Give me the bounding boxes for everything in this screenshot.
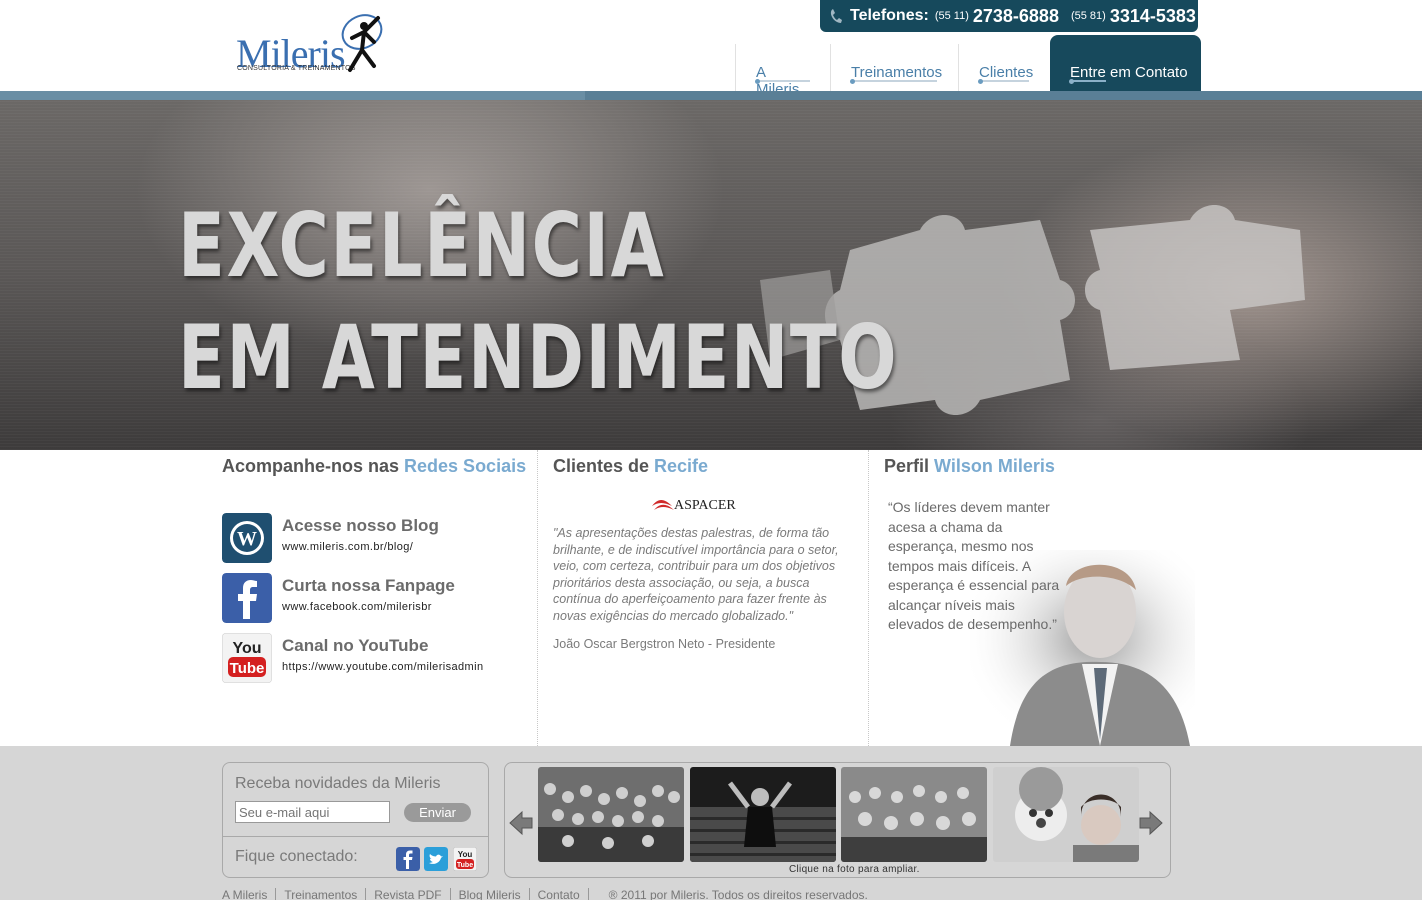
youtube-icon: You Tube xyxy=(222,633,272,683)
social-item-url[interactable]: www.mileris.com.br/blog/ xyxy=(282,541,439,553)
nav-item-contato[interactable]: Entre em Contato xyxy=(1050,35,1201,92)
facebook-icon xyxy=(222,573,272,623)
footer-links: A Mileris Treinamentos Revista PDF Blog … xyxy=(222,888,868,900)
aspacer-logo: ASPACER xyxy=(652,498,736,513)
twitter-mini-icon[interactable] xyxy=(424,847,448,871)
gallery-photo-2[interactable] xyxy=(690,767,836,862)
stay-connected-label: Fique conectado: xyxy=(235,848,358,865)
logo-figure-icon xyxy=(341,14,383,72)
youtube-mini-icon[interactable]: You Tube xyxy=(453,847,477,871)
phone2-number[interactable]: 3314-5383 xyxy=(1110,6,1196,27)
social-item-title: Canal no YouTube xyxy=(282,636,429,655)
client-testimonial: "As apresentações destas palestras, de f… xyxy=(553,526,839,623)
heading-text: Acompanhe-nos nas xyxy=(222,456,405,476)
hero-banner[interactable]: EXCELÊNCIA EM ATENDIMENTO xyxy=(0,100,1422,450)
phone1-number[interactable]: 2738-6888 xyxy=(973,6,1059,27)
aspacer-logo-text: ASPACER xyxy=(674,498,736,513)
phone-bar: Telefones: (55 11) 2738-6888 (55 81) 331… xyxy=(820,0,1198,32)
svg-text:Tube: Tube xyxy=(457,862,473,869)
email-input[interactable] xyxy=(235,801,390,823)
facebook-mini-icon[interactable] xyxy=(396,847,420,871)
social-item-title: Acesse nosso Blog xyxy=(282,516,439,535)
page: Mileris CONSULTORIA & TREINAMENTOS Telef… xyxy=(0,0,1422,900)
nav-label: Clientes xyxy=(979,64,1034,81)
footer-link-revista-pdf[interactable]: Revista PDF xyxy=(366,888,451,900)
mileris-logo[interactable]: Mileris CONSULTORIA & TREINAMENTOS xyxy=(236,8,386,78)
social-item-title: Curta nossa Fanpage xyxy=(282,576,455,595)
footer-link-a-mileris[interactable]: A Mileris xyxy=(222,888,277,900)
heading-text: Perfil xyxy=(884,456,935,476)
footer-link-blog[interactable]: Blog Mileris xyxy=(451,888,530,900)
profile-quote: “Os líderes devem manter acesa a chama d… xyxy=(888,499,1060,632)
hero-headline: EXCELÊNCIA EM ATENDIMENTO xyxy=(178,190,898,414)
gallery-next-arrow-icon[interactable] xyxy=(1138,810,1164,836)
phone2-area: (55 81) xyxy=(1070,10,1106,22)
content-columns: Acompanhe-nos nas Redes Sociais W Acesse… xyxy=(0,450,1422,746)
gallery-prev-arrow-icon[interactable] xyxy=(508,810,534,836)
photo-gallery: Clique na foto para ampliar. xyxy=(504,762,1171,878)
footer-band: Receba novidades da Mileris Enviar Fique… xyxy=(0,746,1422,900)
send-button[interactable]: Enviar xyxy=(404,803,471,822)
social-heading: Acompanhe-nos nas Redes Sociais xyxy=(222,456,537,477)
svg-text:Tube: Tube xyxy=(230,660,265,677)
phone-icon xyxy=(830,9,842,23)
hero-line-1: EXCELÊNCIA xyxy=(178,194,666,297)
social-item-url[interactable]: www.facebook.com/milerisbr xyxy=(282,601,455,613)
heading-text: Clientes de xyxy=(553,456,655,476)
heading-highlight: Wilson Mileris xyxy=(934,456,1055,476)
gallery-photo-3[interactable] xyxy=(841,767,987,862)
main-nav: A Mileris Treinamentos Clientes xyxy=(735,44,1050,98)
nav-item-treinamentos[interactable]: Treinamentos xyxy=(830,44,958,92)
svg-text:You: You xyxy=(458,850,473,859)
heading-highlight: Recife xyxy=(654,456,709,476)
phones-label: Telefones: xyxy=(850,7,929,24)
newsletter-divider xyxy=(223,836,488,837)
testimonial-author: João Oscar Bergstron Neto - Presidente xyxy=(553,637,776,651)
social-item-facebook[interactable]: Curta nossa Fanpage www.facebook.com/mil… xyxy=(222,573,455,623)
newsletter-box: Receba novidades da Mileris Enviar Fique… xyxy=(222,762,489,878)
gallery-caption: Clique na foto para ampliar. xyxy=(789,864,920,875)
svg-text:You: You xyxy=(232,640,261,657)
nav-item-clientes[interactable]: Clientes xyxy=(958,44,1050,92)
column-divider xyxy=(868,450,869,746)
nav-label: Treinamentos xyxy=(851,64,943,81)
copyright-text: ® 2011 por Mileris. Todos os direitos re… xyxy=(608,888,868,900)
nav-label: Entre em Contato xyxy=(1070,64,1188,81)
wordpress-icon: W xyxy=(222,513,272,563)
column-divider xyxy=(537,450,538,746)
social-item-youtube[interactable]: You Tube Canal no YouTube https://www.yo… xyxy=(222,633,483,683)
header: Mileris CONSULTORIA & TREINAMENTOS Telef… xyxy=(0,0,1422,100)
nav-item-a-mileris[interactable]: A Mileris xyxy=(735,44,830,98)
profile-heading: Perfil Wilson Mileris xyxy=(884,456,1204,477)
gallery-photo-4[interactable] xyxy=(993,767,1139,862)
footer-link-contato[interactable]: Contato xyxy=(530,888,589,900)
clients-heading: Clientes de Recife xyxy=(553,456,863,477)
phone1-area: (55 11) xyxy=(934,10,969,22)
social-item-url[interactable]: https://www.youtube.com/milerisadmin xyxy=(282,661,483,673)
svg-text:W: W xyxy=(237,528,257,550)
heading-highlight: Redes Sociais xyxy=(404,456,527,476)
newsletter-title: Receba novidades da Mileris xyxy=(235,775,441,792)
social-item-blog[interactable]: W Acesse nosso Blog www.mileris.com.br/b… xyxy=(222,513,439,563)
hero-line-2: EM ATENDIMENTO xyxy=(178,306,899,409)
gallery-photo-1[interactable] xyxy=(538,767,684,862)
footer-link-treinamentos[interactable]: Treinamentos xyxy=(276,888,367,900)
